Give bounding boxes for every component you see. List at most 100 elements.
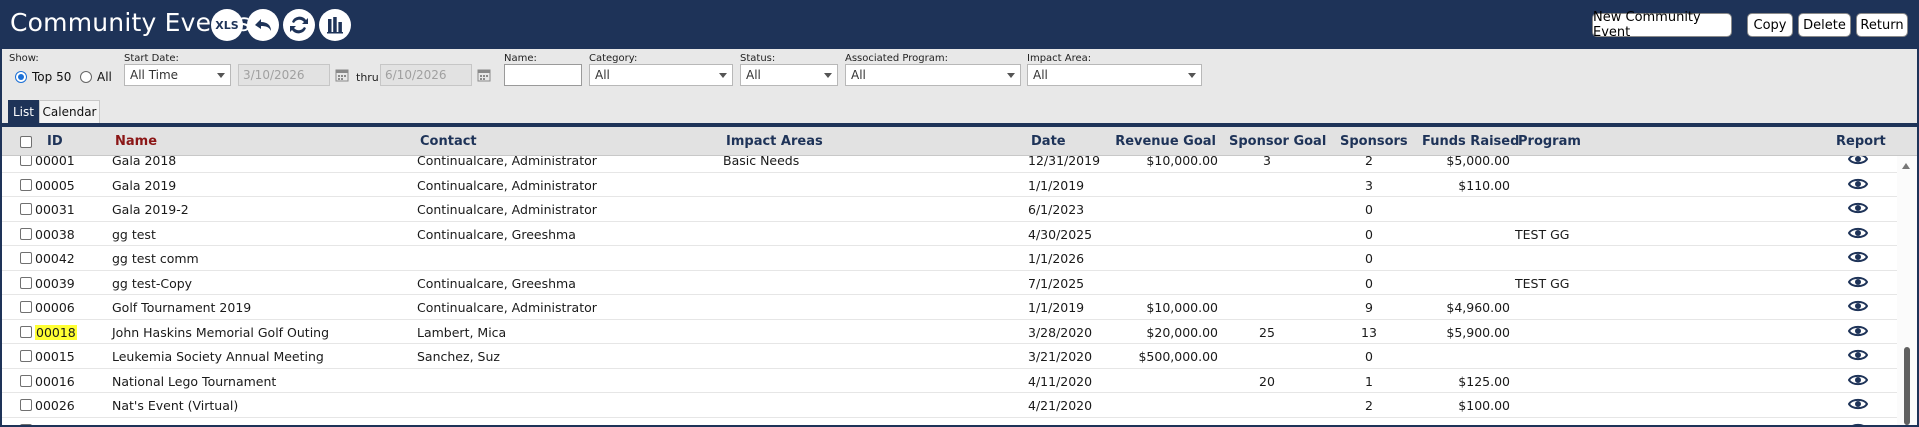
table-row[interactable]: 00005 Gala 2019 Continualcare, Administrat… — [2, 172, 1897, 197]
scroll-thumb[interactable] — [1904, 347, 1910, 425]
chevron-down-icon — [824, 73, 832, 78]
show-all-label: All — [97, 70, 112, 84]
undo-icon[interactable] — [247, 9, 279, 41]
view-report-icon[interactable] — [1848, 156, 1868, 167]
tab-list[interactable]: List — [8, 100, 39, 123]
table-row[interactable]: 00001 Gala 2018 Continualcare, Administrat… — [2, 156, 1897, 173]
cell-id: 00005 — [35, 177, 75, 193]
col-name[interactable]: Name — [115, 134, 157, 149]
view-report-icon[interactable] — [1848, 298, 1868, 314]
cell-date: 12/31/2019 — [1028, 156, 1101, 168]
select-all-checkbox[interactable] — [20, 136, 32, 148]
view-report-icon[interactable] — [1848, 274, 1868, 290]
row-checkbox[interactable] — [20, 227, 32, 240]
row-checkbox[interactable] — [20, 374, 32, 387]
view-report-icon[interactable] — [1848, 323, 1868, 339]
cell-id: 00031 — [35, 202, 75, 217]
col-id[interactable]: ID — [47, 134, 63, 149]
category-select[interactable]: All — [589, 64, 733, 86]
cell-name: NewEvent — [112, 423, 175, 426]
new-event-button[interactable]: New Community Event — [1592, 10, 1732, 40]
row-checkbox[interactable] — [20, 325, 32, 338]
calendar-icon[interactable] — [477, 68, 491, 82]
cell-revenue-goal: $10,000.00 — [1146, 156, 1218, 168]
table-row[interactable]: 00042 gg test comm 1/1/2026 0 — [2, 246, 1897, 271]
tab-calendar[interactable]: Calendar — [39, 100, 100, 123]
table-row[interactable]: 00006 Golf Tournament 2019 Continualcare, … — [2, 295, 1897, 320]
view-report-icon[interactable] — [1848, 176, 1868, 192]
row-checkbox[interactable] — [20, 156, 32, 166]
view-report-icon[interactable] — [1848, 347, 1868, 363]
col-sponsors[interactable]: Sponsors — [1340, 134, 1408, 149]
status-label: Status: — [740, 53, 776, 64]
cell-sponsor-goal: 20 — [1259, 373, 1275, 389]
view-report-icon[interactable] — [1848, 372, 1868, 388]
col-revenue-goal[interactable]: Revenue Goal — [1112, 134, 1216, 149]
cell-id: 00001 — [35, 156, 75, 168]
view-report-icon[interactable] — [1848, 421, 1868, 426]
table-row[interactable]: 00038 gg test Continualcare, Greeshma 4/30/… — [2, 221, 1897, 246]
cell-impact-areas: Basic Needs — [723, 156, 800, 168]
view-report-icon[interactable] — [1848, 396, 1868, 412]
row-checkbox[interactable] — [20, 276, 32, 289]
xls-export-icon[interactable]: XLS — [211, 9, 243, 41]
date-from-field[interactable]: 3/10/2026 — [238, 64, 330, 86]
refresh-icon[interactable] — [283, 9, 315, 41]
view-report-icon[interactable] — [1848, 225, 1868, 241]
delete-button[interactable]: Delete — [1798, 13, 1851, 37]
scroll-up-icon[interactable] — [1902, 163, 1910, 169]
view-report-icon[interactable] — [1848, 200, 1868, 216]
show-top50-radio[interactable] — [15, 71, 27, 83]
cell-name: gg test — [112, 226, 156, 242]
cell-contact: Continualcare, Administrator — [417, 300, 597, 315]
col-program[interactable]: Program — [1518, 134, 1581, 149]
table-row[interactable]: 00039 gg test-Copy Continualcare, Greeshma… — [2, 270, 1897, 295]
cell-id: 00006 — [35, 300, 75, 315]
row-checkbox[interactable] — [20, 350, 32, 362]
cell-name: Leukemia Society Annual Meeting — [112, 349, 324, 364]
row-checkbox[interactable] — [20, 203, 32, 215]
cell-sponsors: 0 — [1342, 423, 1396, 426]
chart-icon[interactable] — [319, 9, 351, 41]
view-report-icon[interactable] — [1848, 249, 1868, 265]
cell-id: 00044 — [35, 423, 75, 426]
table-row[interactable]: 00044 NewEvent 0 — [2, 417, 1897, 426]
vertical-scrollbar[interactable] — [1897, 156, 1917, 425]
table-row[interactable]: 00026 Nat's Event (Virtual) 4/21/2020 2 $100… — [2, 393, 1897, 418]
table-row[interactable]: 00031 Gala 2019-2 Continualcare, Administr… — [2, 197, 1897, 222]
show-all-radio[interactable] — [80, 71, 92, 83]
col-impact-areas[interactable]: Impact Areas — [726, 134, 823, 149]
cell-sponsor-goal: 25 — [1259, 324, 1275, 340]
table-row[interactable]: 00018 John Haskins Memorial Golf Outing La… — [2, 319, 1897, 344]
start-date-label: Start Date: — [124, 53, 179, 64]
return-button[interactable]: Return — [1856, 13, 1908, 37]
copy-button[interactable]: Copy — [1747, 13, 1793, 37]
col-report[interactable]: Report — [1836, 134, 1886, 149]
cell-date: 1/1/2026 — [1028, 251, 1085, 266]
table-row[interactable]: 00015 Leukemia Society Annual Meeting Sanc… — [2, 344, 1897, 369]
chevron-down-icon — [1188, 73, 1196, 78]
col-contact[interactable]: Contact — [420, 134, 477, 149]
name-input[interactable] — [504, 64, 582, 86]
program-select[interactable]: All — [845, 64, 1021, 86]
status-select[interactable]: All — [740, 64, 838, 86]
start-date-select[interactable]: All Time — [124, 64, 231, 86]
cell-sponsors: 0 — [1365, 202, 1373, 217]
thru-label: thru — [356, 71, 379, 84]
row-checkbox[interactable] — [20, 178, 32, 191]
row-checkbox[interactable] — [20, 301, 32, 313]
date-to-field[interactable]: 6/10/2026 — [380, 64, 472, 86]
calendar-icon[interactable] — [335, 68, 349, 82]
cell-sponsors: 0 — [1365, 251, 1373, 266]
col-funds-raised[interactable]: Funds Raised — [1422, 134, 1519, 149]
row-checkbox[interactable] — [20, 252, 32, 264]
col-date[interactable]: Date — [1031, 134, 1066, 149]
cell-date: 4/30/2025 — [1028, 226, 1093, 242]
col-sponsor-goal[interactable]: Sponsor Goal — [1229, 134, 1326, 149]
row-checkbox[interactable] — [20, 399, 32, 411]
cell-id: 00026 — [35, 398, 75, 413]
row-checkbox[interactable] — [20, 423, 32, 425]
cell-sponsors: 2 — [1365, 156, 1373, 168]
impact-area-select[interactable]: All — [1027, 64, 1202, 86]
table-row[interactable]: 00016 National Lego Tournament 4/11/2020 20… — [2, 368, 1897, 393]
